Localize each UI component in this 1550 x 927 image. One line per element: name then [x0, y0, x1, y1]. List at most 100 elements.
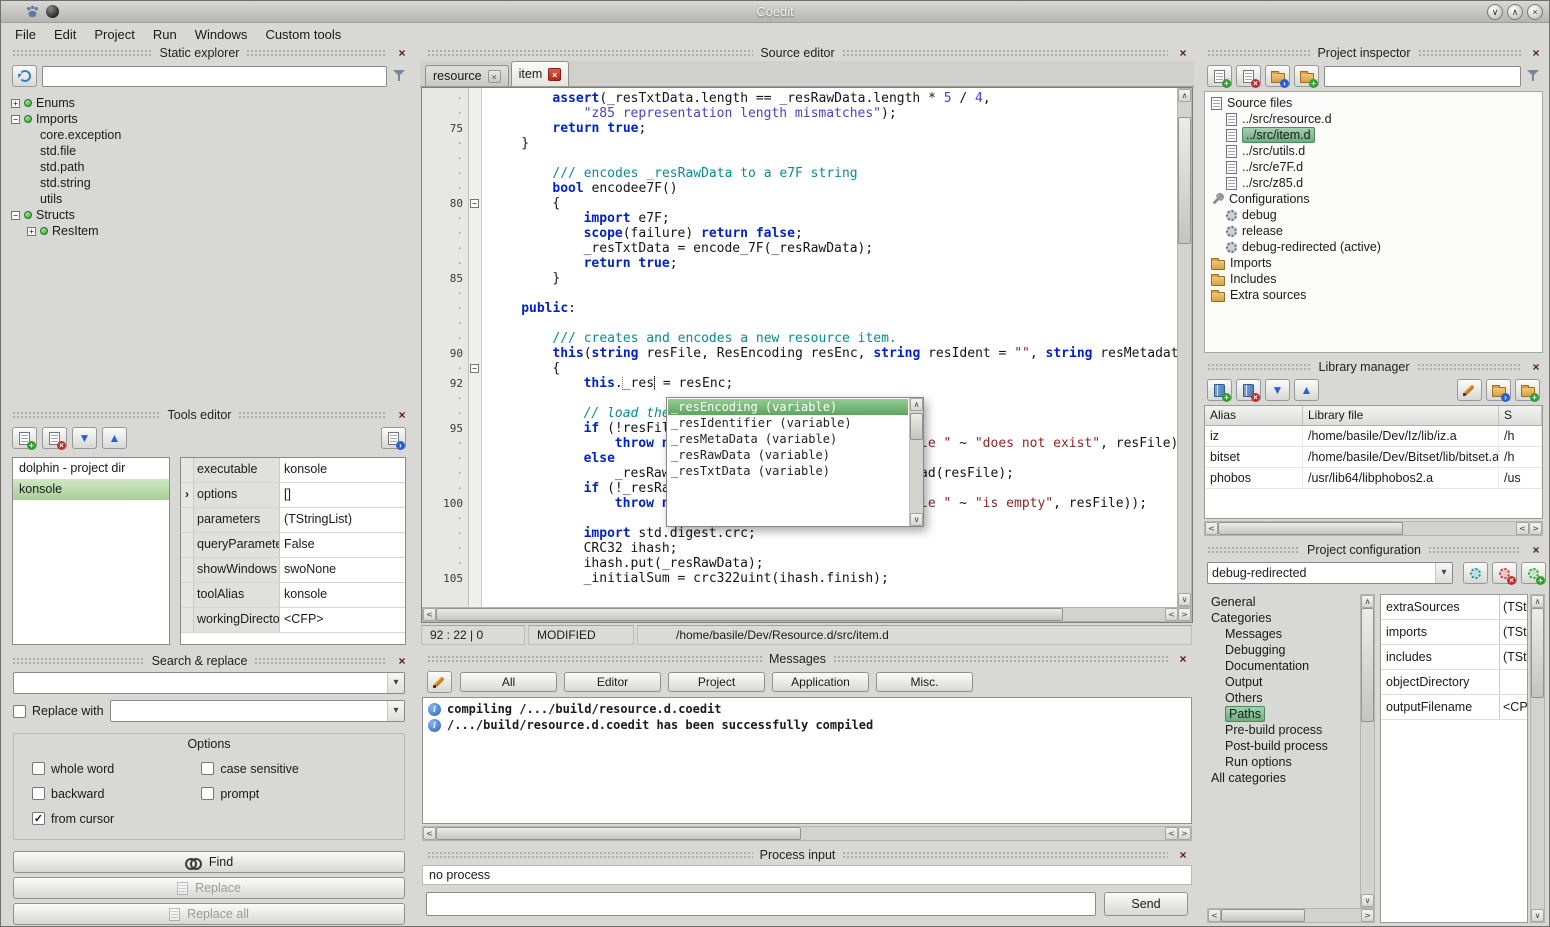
property-row-queryparameters[interactable]: queryParametersFalse: [181, 533, 405, 558]
fold-collapse-icon[interactable]: −: [470, 364, 479, 373]
scroll-arrow-icon[interactable]: ∨: [1531, 909, 1544, 922]
inspector-item-imports[interactable]: Imports: [1207, 255, 1540, 271]
code-text[interactable]: [482, 286, 1177, 301]
property-value[interactable]: konsole: [280, 458, 405, 482]
panel-header[interactable]: Project configuration ×: [1200, 542, 1547, 558]
scroll-arrow-icon[interactable]: ∧: [1361, 595, 1374, 608]
menu-run[interactable]: Run: [144, 25, 186, 44]
edit-library-button[interactable]: [1457, 379, 1482, 401]
inspector-item-src-z85-d[interactable]: ../src/z85.d: [1207, 175, 1540, 191]
config-property-imports[interactable]: imports(TStringList): [1381, 620, 1527, 645]
scroll-arrow-icon[interactable]: <: [1208, 909, 1221, 922]
config-property-includes[interactable]: includes(TStringList): [1381, 645, 1527, 670]
scroll-thumb[interactable]: [910, 413, 923, 440]
remove-tool-button[interactable]: ×: [42, 427, 67, 449]
expand-icon[interactable]: +: [27, 227, 36, 236]
scroll-arrow-icon[interactable]: ∨: [1178, 593, 1191, 606]
remove-config-button[interactable]: ×: [1492, 562, 1517, 584]
code-text[interactable]: bool encodee7F(): [482, 181, 1177, 196]
editor-hscrollbar[interactable]: <<>: [422, 607, 1192, 622]
code-text[interactable]: this(string resFile, ResEncoding resEnc,…: [482, 346, 1177, 361]
code-text[interactable]: assert(_resTxtData.length == _resRawData…: [482, 91, 1177, 106]
property-value[interactable]: (TStringList): [1499, 620, 1527, 644]
open-project-folder-button[interactable]: ›: [1265, 65, 1290, 87]
inspector-item-configurations[interactable]: Configurations: [1207, 191, 1540, 207]
code-text[interactable]: return true;: [482, 121, 1177, 136]
code-text[interactable]: {: [482, 361, 1177, 376]
option-backward[interactable]: backward: [32, 781, 201, 806]
window-titlebar[interactable]: Coedit ∨ ∧ ×: [1, 1, 1549, 23]
combo-arrow-icon[interactable]: ▾: [1435, 563, 1452, 583]
replace-all-button[interactable]: Replace all: [13, 903, 405, 925]
code-text[interactable]: /// encodes _resRawData to a e7F string: [482, 166, 1177, 181]
add-tool-button[interactable]: +: [12, 427, 37, 449]
property-row-showwindows[interactable]: showWindowsswoNone: [181, 558, 405, 583]
scroll-thumb[interactable]: [1178, 117, 1191, 245]
menu-file[interactable]: File: [6, 25, 45, 44]
code-text[interactable]: CRC32 ihash;: [482, 541, 1177, 556]
library-row-iz[interactable]: iz/home/basile/Dev/Iz/lib/iz.a/h: [1205, 426, 1542, 447]
close-panel-icon[interactable]: ×: [1528, 543, 1544, 557]
close-window-button[interactable]: ×: [1527, 4, 1543, 20]
code-text[interactable]: this._res = resEnc;: [482, 376, 1177, 391]
panel-header[interactable]: Process input ×: [420, 847, 1194, 863]
property-row-executable[interactable]: executablekonsole: [181, 458, 405, 483]
run-tool-button[interactable]: ›: [381, 427, 406, 449]
send-button[interactable]: Send: [1104, 892, 1188, 916]
column-header-library-file[interactable]: Library file: [1303, 406, 1499, 425]
property-value[interactable]: (TStringList): [1499, 645, 1527, 669]
property-row-toolalias[interactable]: toolAliaskonsole: [181, 583, 405, 608]
option-from-cursor[interactable]: ✓from cursor: [32, 806, 201, 831]
collapse-icon[interactable]: −: [11, 211, 20, 220]
completion-list[interactable]: _resEncoding (variable)_resIdentifier (v…: [667, 398, 909, 526]
code-area[interactable]: ·assert(_resTxtData.length == _resRawDat…: [422, 88, 1177, 607]
property-row-parameters[interactable]: parameters(TStringList): [181, 508, 405, 533]
tree-item-std-string[interactable]: std.string: [7, 175, 411, 191]
tool-item-dolphin-project-dir[interactable]: dolphin - project dir: [13, 458, 169, 479]
inspector-item-source-files[interactable]: Source files: [1207, 95, 1540, 111]
option-case-sensitive[interactable]: case sensitive: [201, 756, 386, 781]
checkbox-icon[interactable]: [201, 762, 214, 775]
inspector-item-debug-redirected-active[interactable]: debug-redirected (active): [1207, 239, 1540, 255]
editor-vscrollbar[interactable]: ∧∨: [1177, 88, 1192, 607]
completion-item[interactable]: _resIdentifier (variable): [668, 415, 908, 431]
checkbox-icon[interactable]: ✓: [32, 812, 45, 825]
message-list[interactable]: icompiling /.../build/resource.d.coediti…: [422, 697, 1192, 824]
add-library-button[interactable]: +: [1207, 379, 1232, 401]
scroll-arrow-icon[interactable]: ∧: [1178, 89, 1191, 102]
add-source-button[interactable]: +: [1207, 65, 1232, 87]
filter-all-button[interactable]: All: [460, 672, 557, 692]
message-row[interactable]: icompiling /.../build/resource.d.coedit: [425, 701, 1189, 717]
search-term-combo[interactable]: ▾: [13, 672, 405, 694]
tool-properties-grid[interactable]: executablekonsole›options[]parameters(TS…: [180, 457, 406, 645]
menu-windows[interactable]: Windows: [186, 25, 257, 44]
property-value[interactable]: konsole: [280, 583, 405, 607]
maximize-button[interactable]: ∧: [1507, 4, 1523, 20]
add-config-button[interactable]: +: [1521, 562, 1546, 584]
completion-item[interactable]: _resMetaData (variable): [668, 431, 908, 447]
config-category-pre-build-process[interactable]: Pre-build process: [1207, 722, 1360, 738]
completion-scrollbar[interactable]: ∧∨: [909, 398, 923, 526]
code-text[interactable]: _resTxtData = encode_7F(_resRawData);: [482, 241, 1177, 256]
scroll-arrow-icon[interactable]: >: [1178, 827, 1191, 840]
code-text[interactable]: [482, 316, 1177, 331]
config-category-messages[interactable]: Messages: [1207, 626, 1360, 642]
config-category-output[interactable]: Output: [1207, 674, 1360, 690]
filter-icon[interactable]: [1526, 69, 1540, 83]
column-header-alias[interactable]: Alias: [1205, 406, 1303, 425]
config-property-outputfilename[interactable]: outputFilename<CPO>: [1381, 695, 1527, 720]
inspector-item-release[interactable]: release: [1207, 223, 1540, 239]
property-row-workingdirectory[interactable]: workingDirectory<CFP>: [181, 608, 405, 633]
panel-header[interactable]: Static explorer ×: [5, 45, 413, 61]
inspector-item-includes[interactable]: Includes: [1207, 271, 1540, 287]
tree-item-enums[interactable]: +Enums: [7, 95, 411, 111]
code-text[interactable]: }: [482, 136, 1177, 151]
code-text[interactable]: "z85 representation length mismatches");: [482, 106, 1177, 121]
configuration-combo[interactable]: debug-redirected ▾: [1207, 562, 1453, 584]
replace-term-input[interactable]: [111, 701, 387, 721]
open-library-file-button[interactable]: ›: [1486, 379, 1511, 401]
completion-item[interactable]: _resEncoding (variable): [668, 399, 908, 415]
property-value[interactable]: (TStringList): [1499, 595, 1527, 619]
tab-resource[interactable]: resource×: [425, 65, 509, 86]
panel-header[interactable]: Tools editor ×: [5, 407, 413, 423]
